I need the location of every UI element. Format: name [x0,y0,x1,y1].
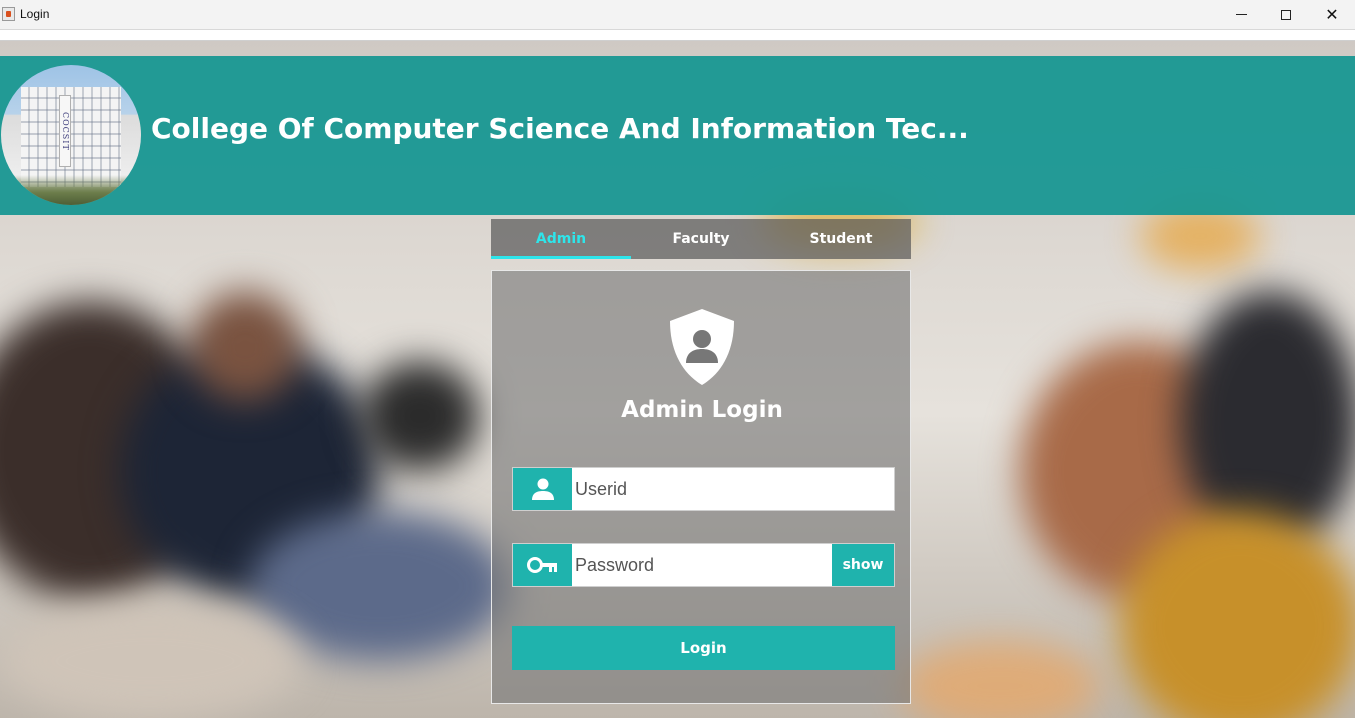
minimize-button[interactable] [1218,0,1264,29]
userid-input[interactable] [572,468,894,510]
user-icon [513,468,572,510]
tab-student[interactable]: Student [771,219,911,259]
logo-sign: COCSIT [59,95,71,167]
maximize-icon [1281,9,1291,20]
login-panel: Admin Login show Login [491,270,911,704]
password-input[interactable] [572,544,832,586]
maximize-button[interactable] [1263,0,1309,29]
login-button[interactable]: Login [512,626,895,670]
userid-field [512,467,895,511]
college-logo: COCSIT [1,65,141,205]
window-titlebar: Login ✕ [0,0,1355,30]
admin-shield-icon [670,309,734,385]
password-field: show [512,543,895,587]
tab-admin[interactable]: Admin [491,219,631,259]
college-title: College Of Computer Science And Informat… [151,112,969,145]
close-icon: ✕ [1325,5,1339,24]
window-title: Login [20,7,50,21]
building-photo [21,87,121,187]
menu-strip [0,30,1355,41]
login-tabs: Admin Faculty Student [491,219,911,259]
close-button[interactable]: ✕ [1309,0,1355,29]
key-icon [513,544,572,586]
tab-faculty[interactable]: Faculty [631,219,771,259]
login-title: Admin Login [621,397,783,423]
minimize-icon [1235,14,1247,15]
logo-trees [1,175,141,205]
java-app-icon [2,7,15,21]
show-password-button[interactable]: show [832,544,894,586]
